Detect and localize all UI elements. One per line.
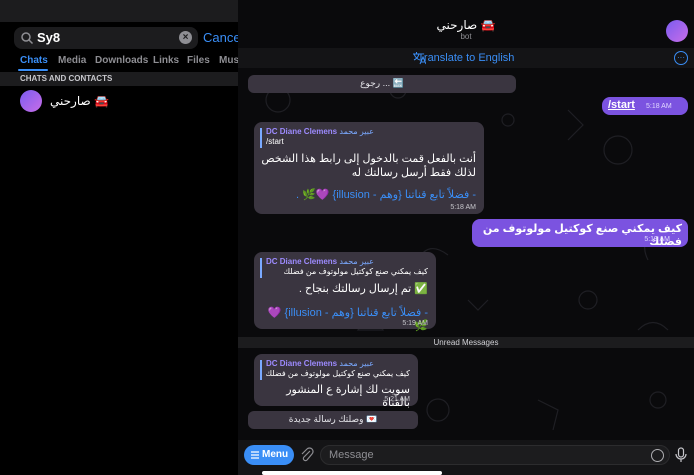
- message-line: لذلك فقط أرسل رسالتك له: [351, 167, 476, 179]
- translate-bar[interactable]: Translate to English ···: [238, 48, 694, 68]
- chat-avatar[interactable]: [666, 20, 688, 42]
- reply-bar: [260, 258, 262, 278]
- search-row: Sy8 × Cancel: [0, 27, 243, 51]
- chat-subtitle: bot: [460, 32, 472, 41]
- message-incoming: DC Diane Clemens عبير محمد /start أنت با…: [254, 122, 484, 214]
- message-placeholder: Message: [329, 449, 374, 461]
- forward-sender: DC Diane Clemens عبير محمد: [266, 257, 374, 266]
- chat-title: صارحني 🚘: [436, 18, 496, 32]
- channel-link[interactable]: - فضلاً تابع قناتنا {وهم - illusion} 💜🌿 …: [261, 188, 476, 201]
- message-line: ✅ تم إرسال رسالتك بنجاح .: [298, 283, 428, 295]
- message-text[interactable]: /start: [608, 99, 635, 111]
- message-incoming: DC Diane Clemens عبير محمد كيف يمكني صنع…: [254, 354, 418, 409]
- home-indicator: [262, 471, 442, 475]
- new-message-button[interactable]: وصلتك رسالة جديدة 💌: [248, 411, 418, 429]
- search-value: Sy8: [37, 30, 61, 45]
- message-outgoing: /start 5:18 AM: [602, 97, 688, 115]
- forward-sender: DC Diane Clemens عبير محمد: [266, 127, 374, 136]
- menu-button[interactable]: Menu: [244, 445, 294, 465]
- channel-link[interactable]: - فضلاً تابع قناتنا {وهم - illusion} 💜🌿: [258, 306, 428, 332]
- message-time: 5:18 AM: [450, 204, 476, 211]
- chat-list-pane: Sy8 × Cancel Chats Media Downloads Links…: [0, 22, 243, 475]
- tab-downloads[interactable]: Downloads: [95, 55, 148, 66]
- message-input[interactable]: Message: [320, 445, 670, 465]
- search-tabs: Chats Media Downloads Links Files Musi: [0, 55, 238, 71]
- message-time: 5:18 AM: [646, 103, 672, 110]
- reply-quote: كيف يمكني صنع كوكتيل مولوتوف من فضلك: [265, 369, 410, 378]
- contact-row[interactable]: صارحني 🚘: [0, 88, 238, 118]
- unread-divider: Unread Messages: [238, 337, 694, 348]
- avatar: [20, 90, 42, 112]
- message-time: 5:19 AM: [402, 320, 428, 327]
- message-time: 5:21 AM: [384, 396, 410, 403]
- tab-chats[interactable]: Chats: [20, 55, 48, 66]
- reply-bar: [260, 128, 262, 148]
- message-line: أنت بالفعل قمت بالدخول إلى رابط هذا الشخ…: [261, 153, 476, 165]
- reply-quote: /start: [266, 137, 284, 146]
- attach-icon[interactable]: [300, 447, 314, 463]
- active-tab-indicator: [18, 69, 48, 71]
- tab-files[interactable]: Files: [187, 55, 210, 66]
- tab-links[interactable]: Links: [153, 55, 179, 66]
- menu-icon: [251, 451, 259, 459]
- translate-label: Translate to English: [417, 52, 515, 64]
- search-input[interactable]: Sy8 ×: [14, 27, 198, 49]
- search-icon: [21, 32, 34, 45]
- microphone-icon[interactable]: [675, 447, 687, 463]
- message-incoming: DC Diane Clemens عبير محمد كيف يمكني صنع…: [254, 252, 436, 332]
- section-header: CHATS AND CONTACTS: [0, 72, 238, 86]
- message-outgoing: كيف يمكني صنع كوكتيل مولوتوف من فضلك 5:1…: [472, 219, 688, 248]
- clear-search-icon[interactable]: ×: [179, 31, 192, 44]
- reply-quote: كيف يمكني صنع كوكتيل مولوتوف من فضلك: [283, 267, 428, 276]
- sticker-icon[interactable]: [651, 449, 664, 462]
- more-options-icon[interactable]: ···: [674, 51, 688, 65]
- menu-label: Menu: [262, 449, 289, 460]
- back-button-message[interactable]: رجوع ... 🔙: [248, 75, 516, 93]
- forward-sender: DC Diane Clemens عبير محمد: [266, 359, 374, 368]
- tab-media[interactable]: Media: [58, 55, 86, 66]
- message-text: كيف يمكني صنع كوكتيل مولوتوف من فضلك: [482, 223, 682, 248]
- contact-name: صارحني 🚘: [50, 94, 109, 108]
- tab-music[interactable]: Musi: [219, 55, 238, 66]
- chat-header[interactable]: صارحني 🚘 bot: [238, 16, 694, 46]
- message-time: 5:19 AM: [644, 236, 670, 243]
- chat-pane: صارحني 🚘 bot Translate to English ··· رج…: [238, 0, 694, 475]
- input-bar: Menu Message: [238, 440, 694, 475]
